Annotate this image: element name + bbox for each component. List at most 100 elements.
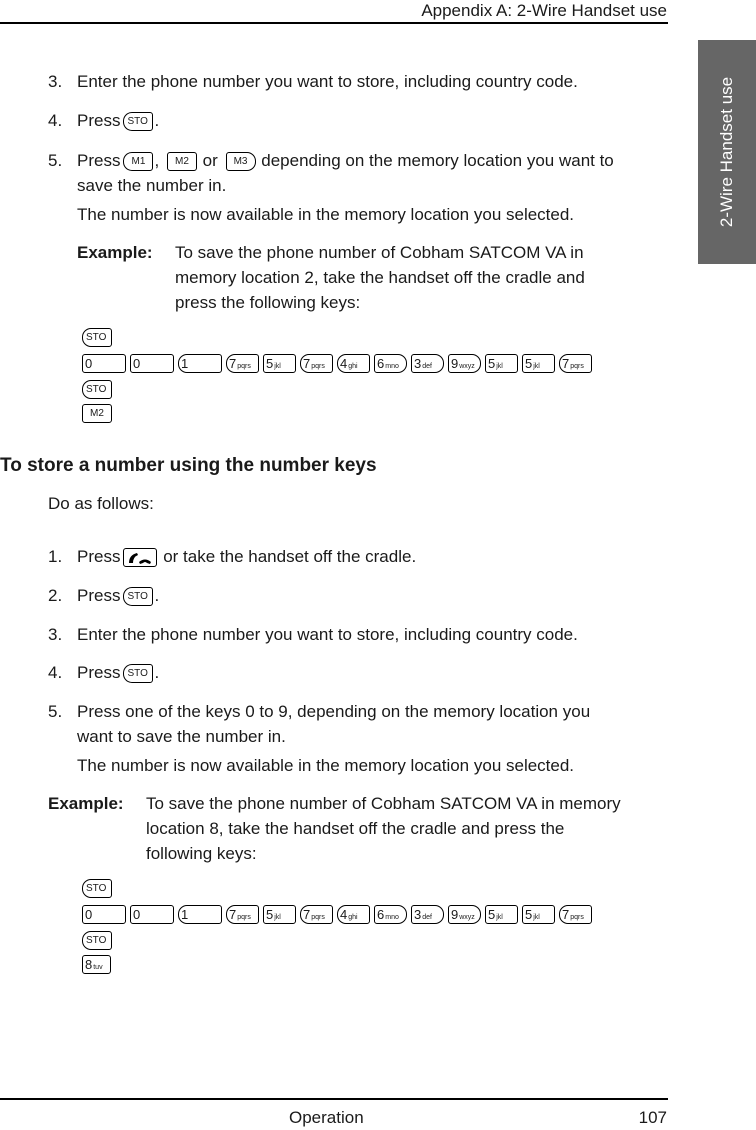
- sto-key-icon: STO: [82, 879, 112, 898]
- step-text-cont: save the number in.: [77, 176, 227, 195]
- key-sub: def: [422, 913, 432, 921]
- key-sequence-row: M2: [82, 404, 116, 425]
- key-main: 5: [266, 907, 274, 922]
- digit-key-icon: 7 pqrs: [559, 905, 592, 924]
- digit-key-icon: 1: [178, 354, 222, 373]
- digit-key-icon: 7 pqrs: [300, 905, 333, 924]
- key-sub: jkl: [274, 913, 281, 921]
- key-main: 7: [303, 356, 311, 371]
- footer-section-name: Operation: [289, 1108, 364, 1127]
- digit-key-icon: 5 jkl: [522, 905, 555, 924]
- key-main: 7: [562, 356, 570, 371]
- key-sub: ghi: [348, 913, 358, 921]
- key-sequence-row: STO: [82, 931, 116, 952]
- digit-key-icon: 0: [130, 354, 174, 373]
- key-sub: jkl: [533, 913, 540, 921]
- key-main: 4: [340, 907, 348, 922]
- digit-key-icon: 4 ghi: [337, 905, 370, 924]
- example-line: press the following keys:: [175, 293, 361, 312]
- step-number: 3.: [48, 72, 63, 91]
- header-rule: [0, 22, 668, 24]
- key-main: 7: [229, 907, 237, 922]
- digit-key-icon: 0: [82, 905, 126, 924]
- example-line: To save the phone number of Cobham SATCO…: [146, 794, 621, 813]
- step-text: Press or take the handset off the cradle…: [77, 544, 667, 569]
- sto-key-icon: STO: [123, 112, 154, 132]
- key-sub: pqrs: [311, 362, 325, 370]
- step-text-pre: Press: [77, 663, 121, 682]
- key-sub: def: [422, 362, 432, 370]
- step-text: Press STO.: [77, 583, 667, 608]
- key-main: 6: [377, 907, 385, 922]
- key-sub: wxyz: [459, 913, 475, 921]
- key-sub: pqrs: [237, 362, 251, 370]
- step-number: 1.: [48, 547, 63, 566]
- digit-key-icon: 5 jkl: [522, 354, 555, 373]
- key-sub: mno: [385, 362, 399, 370]
- step-text: Press M1, M2 or M3 depending on the memor…: [77, 148, 667, 198]
- sto-key-icon: STO: [82, 328, 112, 347]
- key-main: 5: [525, 356, 533, 371]
- step-number: 4.: [48, 111, 63, 130]
- key-sequence-row: 8 tuv: [82, 955, 115, 976]
- key-sub: wxyz: [459, 362, 475, 370]
- digit-key-icon: 1: [178, 905, 222, 924]
- step-text: Press one of the keys 0 to 9, depending …: [77, 699, 667, 749]
- key-sequence-row: STO: [82, 879, 116, 900]
- key-main: 4: [340, 356, 348, 371]
- digit-key-icon: 7 pqrs: [226, 905, 259, 924]
- m2-key-icon: M2: [166, 152, 197, 172]
- key-sequence-row: 0 0 1 7 pqrs 5 jkl 7 pqrs 4 ghi 6 mno 3 def 9 wxyz 5 jkl 5 j…: [82, 354, 596, 375]
- digit-key-icon: 7 pqrs: [300, 354, 333, 373]
- digit-key-icon: 5 jkl: [485, 354, 518, 373]
- key-main: 5: [488, 356, 496, 371]
- digit-key-icon: 9 wxyz: [448, 354, 481, 373]
- footer-rule: [0, 1098, 668, 1100]
- digit-key-icon: 6 mno: [374, 354, 407, 373]
- sto-key-icon: STO: [123, 664, 154, 684]
- step-text-post: .: [154, 111, 160, 130]
- key-sub: tuv: [93, 963, 103, 971]
- key-sub: pqrs: [570, 362, 584, 370]
- step-text: Press STO.: [77, 108, 667, 133]
- key-sub: jkl: [496, 362, 503, 370]
- example-line: To save the phone number of Cobham SATCO…: [175, 243, 584, 262]
- example-text: To save the phone number of Cobham SATCO…: [175, 240, 585, 315]
- key-main: 1: [181, 356, 189, 371]
- example-label: Example:: [48, 794, 124, 813]
- key-main: 3: [414, 907, 422, 922]
- key-sub: pqrs: [237, 913, 251, 921]
- intro-text: Do as follows:: [48, 494, 154, 513]
- sto-key-icon: STO: [82, 931, 112, 950]
- key-main: 9: [451, 907, 459, 922]
- key-main: 0: [133, 907, 141, 922]
- example-line: following keys:: [146, 844, 257, 863]
- step-text-pre: Press: [77, 547, 121, 566]
- step-number: 5.: [48, 151, 63, 170]
- step-text: Press STO.: [77, 660, 667, 685]
- key-sub: ghi: [348, 362, 358, 370]
- sto-key-icon: STO: [82, 380, 112, 399]
- digit-key-icon: 5 jkl: [263, 905, 296, 924]
- sto-key-icon: STO: [123, 587, 154, 607]
- step-number: 5.: [48, 702, 63, 721]
- example-text: To save the phone number of Cobham SATCO…: [146, 791, 621, 866]
- step-text-post: .: [154, 663, 160, 682]
- digit-key-icon: 0: [82, 354, 126, 373]
- result-note: The number is now available in the memor…: [77, 205, 575, 224]
- step-text-cont: want to save the number in.: [77, 727, 286, 746]
- chapter-side-tab: 2-Wire Handset use: [698, 40, 756, 264]
- section-heading: To store a number using the number keys: [0, 455, 377, 476]
- digit-key-icon: 8 tuv: [82, 955, 111, 974]
- example-line: memory location 2, take the handset off …: [175, 268, 585, 287]
- key-main: 3: [414, 356, 422, 371]
- step-text: Enter the phone number you want to store…: [77, 625, 578, 644]
- key-main: 8: [85, 957, 93, 972]
- step-text-post: depending on the memory location you wan…: [261, 151, 614, 170]
- step-text-main: Press one of the keys 0 to 9, depending …: [77, 702, 591, 721]
- m1-key-icon: M1: [123, 152, 154, 172]
- key-main: 9: [451, 356, 459, 371]
- result-note: The number is now available in the memor…: [77, 756, 575, 775]
- key-main: 0: [85, 907, 93, 922]
- key-sub: mno: [385, 913, 399, 921]
